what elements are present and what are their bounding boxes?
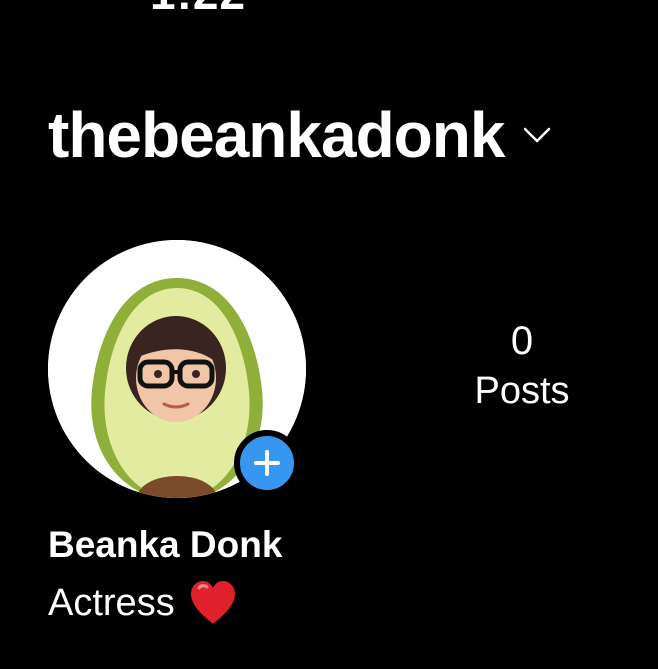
posts-count: 0 (510, 319, 534, 363)
bio-text: Actress (48, 582, 175, 624)
profile-avatar-group (48, 240, 306, 498)
chevron-down-icon (524, 127, 551, 143)
add-story-button[interactable] (234, 430, 300, 496)
posts-stat[interactable]: 0 Posts (420, 318, 624, 414)
profile-display-name: Beanka Donk (48, 524, 283, 565)
status-bar-time: 1:22 (150, 0, 246, 16)
plus-icon (254, 450, 280, 476)
profile-bio: Actress (48, 578, 237, 628)
account-switcher[interactable]: thebeankadonk (48, 100, 552, 170)
username-title: thebeankadonk (48, 99, 505, 171)
red-heart-icon (190, 581, 235, 624)
posts-label: Posts (474, 370, 570, 412)
